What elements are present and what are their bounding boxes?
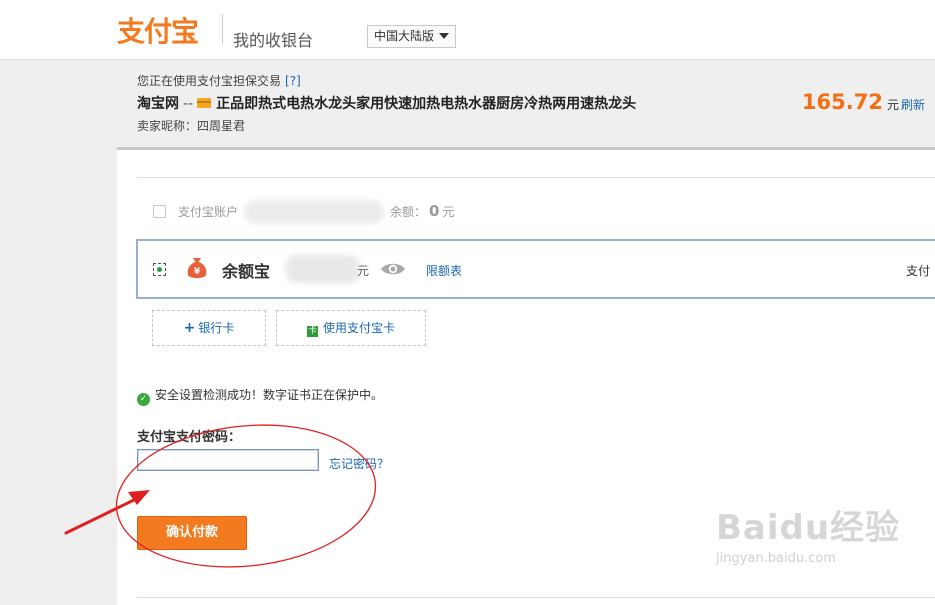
yuebao-radio[interactable] — [153, 263, 166, 276]
alipay-card-icon: 卡 — [306, 326, 318, 337]
order-amount: 165.72 元刷新 — [802, 90, 925, 114]
guarantee-note-text: 您正在使用支付宝担保交易 — [137, 74, 282, 88]
eye-icon[interactable] — [380, 261, 406, 277]
security-message: 安全设置检测成功！数字证书正在保护中。 — [155, 388, 384, 402]
bottom-divider — [137, 597, 935, 598]
seller-nickname: 卖家昵称：四周星君 — [137, 119, 246, 133]
balance-value: 0 — [429, 202, 440, 220]
alipay-card-label: 使用支付宝卡 — [322, 321, 395, 335]
title-separator: -- — [183, 96, 194, 112]
help-link[interactable]: [?] — [285, 74, 301, 88]
credit-card-icon — [197, 98, 212, 108]
site-name: 淘宝网 — [137, 96, 179, 112]
add-bank-card-button[interactable]: + 银行卡 — [152, 310, 266, 346]
product-name: 正品即热式电热水龙头家用快速加热电热水器厨房冷热两用速热龙头 — [216, 96, 637, 112]
guarantee-note: 您正在使用支付宝担保交易 [?] — [137, 72, 301, 89]
blurred-account-name — [244, 200, 385, 224]
money-bag-icon: ¥ — [187, 258, 207, 278]
payment-password-input[interactable] — [137, 449, 319, 471]
alipay-account-row[interactable]: 支付宝账户 余额： 0 元 — [153, 200, 454, 224]
limit-table-link[interactable]: 限额表 — [426, 262, 462, 279]
yuebao-unit: 元 — [357, 264, 370, 278]
svg-text:¥: ¥ — [194, 267, 201, 277]
account-checkbox[interactable] — [153, 205, 166, 218]
amount-currency: 元 — [886, 98, 899, 112]
alipay-card-button[interactable]: 卡使用支付宝卡 — [276, 310, 426, 346]
yuebao-name: 余额宝 — [222, 262, 271, 281]
bank-card-label: 银行卡 — [198, 321, 235, 335]
balance-unit: 元 — [442, 205, 455, 219]
pay-label: 支付 — [905, 264, 930, 278]
yuebao-option[interactable]: ¥ 余额宝 元 限额表 支付 — [136, 239, 935, 299]
plus-icon: + — [183, 320, 196, 336]
account-label: 支付宝账户 — [178, 205, 239, 219]
security-status: ✓ 安全设置检测成功！数字证书正在保护中。 — [137, 386, 383, 406]
logo-text: 支付宝 — [117, 15, 199, 48]
forgot-password-link[interactable]: 忘记密码？ — [329, 455, 389, 472]
amount-value: 165.72 — [801, 90, 883, 114]
header-divider — [222, 14, 223, 44]
page-title: 我的收银台 — [233, 31, 314, 50]
confirm-payment-button[interactable]: 确认付款 — [137, 516, 247, 550]
balance-label: 余额： — [390, 205, 427, 219]
top-divider — [137, 177, 935, 178]
password-label: 支付宝支付密码： — [137, 430, 242, 445]
check-circle-icon: ✓ — [137, 393, 150, 406]
region-label: 中国大陆版 — [374, 29, 435, 43]
order-title: 淘宝网 -- 正品即热式电热水龙头家用快速加热电热水器厨房冷热两用速热龙头 — [137, 93, 636, 113]
chevron-down-icon — [439, 33, 450, 39]
top-header: 支付宝 我的收银台 中国大陆版 — [0, 0, 935, 60]
alipay-logo[interactable]: 支付宝 — [117, 10, 199, 48]
refresh-link[interactable]: 刷新 — [901, 98, 925, 112]
order-summary: 您正在使用支付宝担保交易 [?] 淘宝网 -- 正品即热式电热水龙头家用快速加热电热水… — [117, 60, 935, 150]
payment-panel: 支付宝账户 余额： 0 元 ¥ 余额宝 元 限额表 支付 + 银行卡 卡使用支付宝卡 ✓… — [117, 150, 935, 605]
region-dropdown[interactable]: 中国大陆版 — [367, 25, 457, 48]
blurred-yuebao-amount — [286, 255, 360, 283]
